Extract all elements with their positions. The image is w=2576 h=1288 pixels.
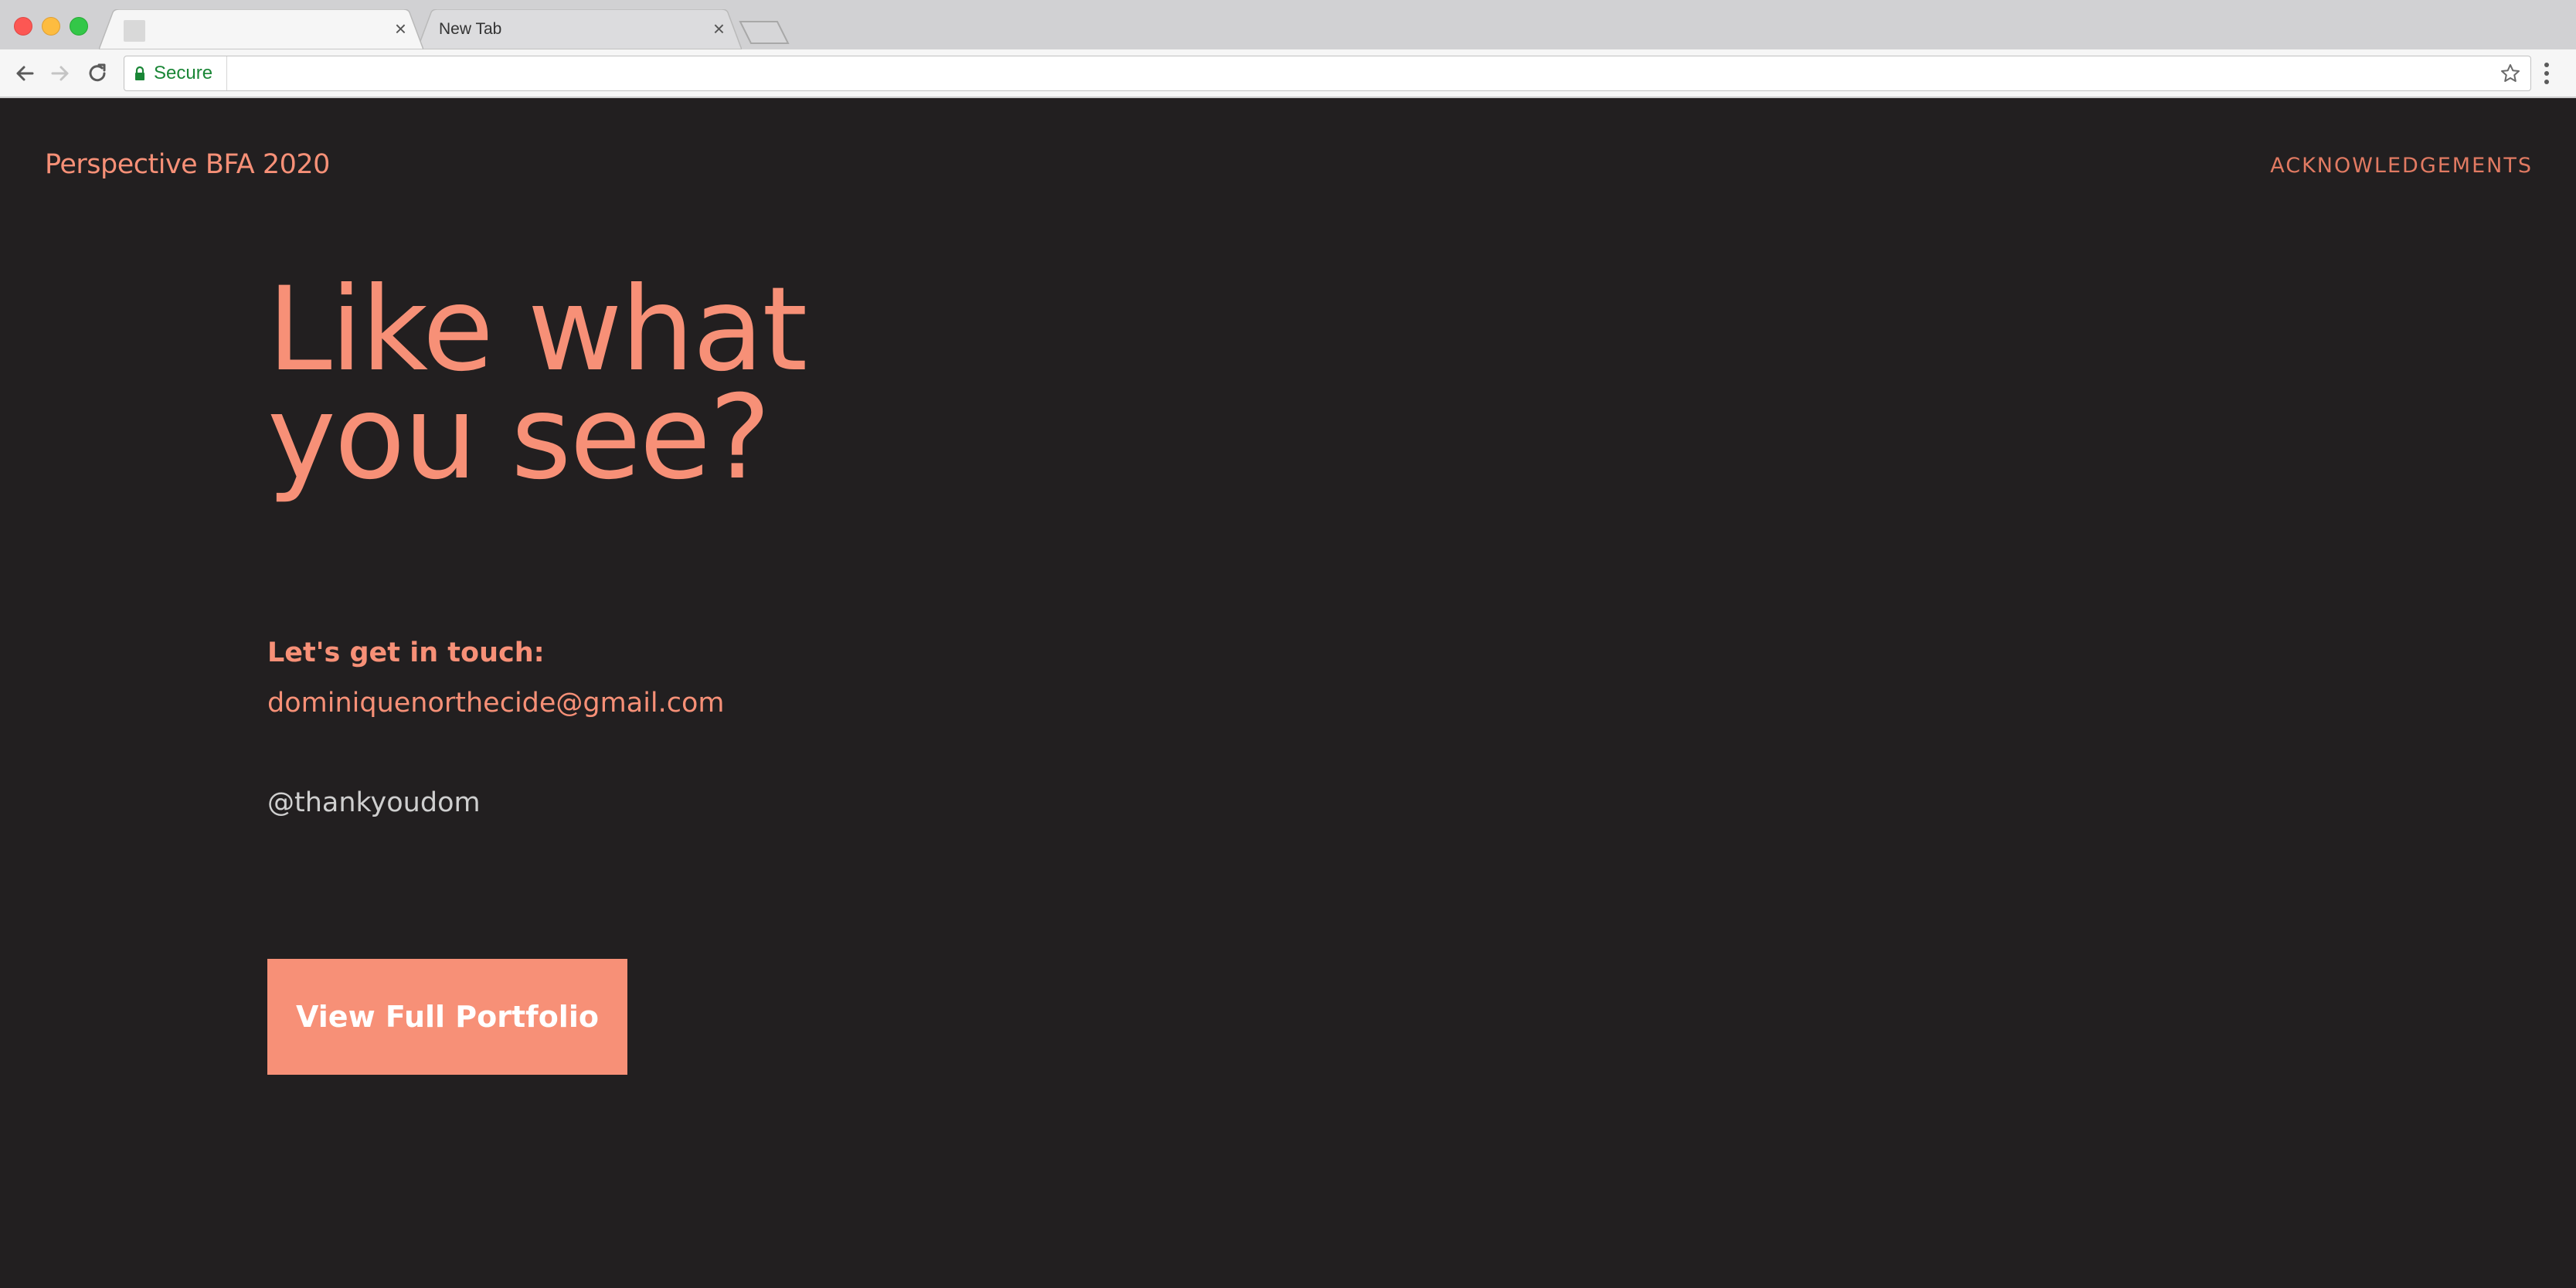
view-full-portfolio-button[interactable]: View Full Portfolio [267, 959, 627, 1075]
maximize-window-button[interactable] [70, 17, 88, 36]
back-arrow-icon[interactable] [12, 61, 37, 86]
contact-heading: Let's get in touch: [267, 637, 545, 668]
tab-new-tab[interactable]: New Tab × [417, 9, 742, 49]
page-viewport: Perspective BFA 2020 ACKNOWLEDGEMENTS Li… [0, 98, 2576, 1288]
email-link[interactable]: dominiquenorthecide@gmail.com [267, 688, 725, 719]
browser-menu-icon[interactable] [2540, 60, 2553, 87]
page-headline: Like what you see? [267, 272, 963, 496]
tab-close-icon[interactable]: × [395, 17, 406, 40]
address-bar[interactable]: Secure [124, 56, 2531, 91]
reload-icon[interactable] [85, 61, 110, 86]
browser-tab-strip: × New Tab × [0, 0, 2576, 49]
tab-shape [99, 9, 423, 49]
new-tab-button[interactable] [739, 20, 790, 45]
headline-line-2: you see? [267, 371, 771, 505]
site-brand-link[interactable]: Perspective BFA 2020 [45, 149, 330, 180]
tab-title: New Tab [439, 20, 502, 38]
minimize-window-button[interactable] [42, 17, 60, 36]
forward-arrow-icon[interactable] [48, 61, 73, 86]
lock-icon [135, 66, 144, 80]
tab-active[interactable]: × [99, 9, 423, 49]
browser-toolbar: Secure [0, 49, 2576, 97]
social-handle[interactable]: @thankyoudom [267, 787, 481, 818]
tab-close-icon[interactable]: × [713, 17, 725, 40]
bookmark-star-icon[interactable] [2500, 63, 2521, 84]
close-window-button[interactable] [14, 17, 32, 36]
nav-link-acknowledgements[interactable]: ACKNOWLEDGEMENTS [2270, 154, 2533, 178]
security-label: Secure [154, 63, 213, 83]
security-indicator[interactable]: Secure [134, 56, 228, 90]
favicon-icon [124, 20, 145, 42]
